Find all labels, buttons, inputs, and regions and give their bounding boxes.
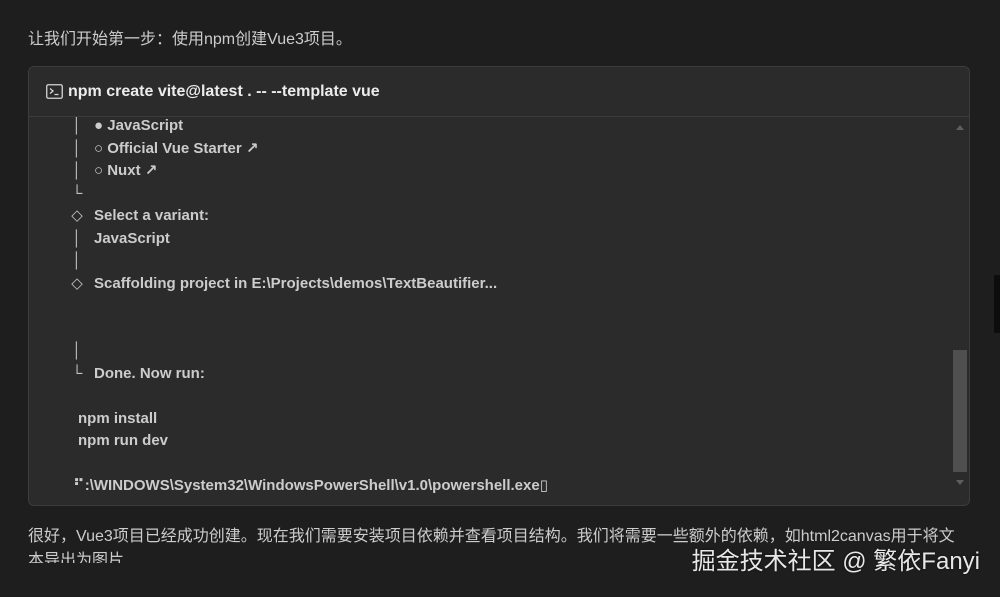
line-gutter: │ xyxy=(72,229,82,247)
page-scrollbar-thumb[interactable] xyxy=(994,275,1000,333)
terminal-line: │ xyxy=(29,340,945,363)
terminal-card: npm create vite@latest . -- --template v… xyxy=(28,66,970,506)
terminal-output[interactable]: │ ● JavaScript │ ○ Official Vue Starter … xyxy=(29,115,945,505)
scroll-down-arrow[interactable] xyxy=(956,480,964,485)
line-text: npm install xyxy=(78,409,158,427)
terminal-line: └ Done. Now run: xyxy=(29,363,945,386)
line-gutter: ◇ xyxy=(71,274,83,292)
terminal-line: npm run dev xyxy=(29,430,945,453)
terminal-icon xyxy=(46,84,63,99)
line-gutter: │ xyxy=(72,117,82,134)
terminal-line: npm install xyxy=(29,408,945,431)
terminal-line: │ ● JavaScript xyxy=(29,115,945,138)
terminal-line: │ JavaScript xyxy=(29,228,945,251)
line-gutter: └ xyxy=(71,184,83,202)
terminal-line: │ ○ Nuxt ↗ xyxy=(29,160,945,183)
terminal-line: └ xyxy=(29,183,945,206)
line-text: JavaScript xyxy=(94,229,170,247)
line-text: ⠋:\WINDOWS\System32\WindowsPowerShell\v1… xyxy=(73,477,548,494)
line-text: Done. Now run: xyxy=(94,364,205,382)
terminal-scrollbar[interactable] xyxy=(952,118,968,494)
terminal-line: ⠋:\WINDOWS\System32\WindowsPowerShell\v1… xyxy=(29,475,945,498)
terminal-line: │ xyxy=(29,250,945,273)
line-text: ○ Nuxt ↗ xyxy=(94,162,158,179)
intro-message: 让我们开始第一步：使用npm创建Vue3项目。 xyxy=(28,31,352,48)
terminal-line: ◇ Scaffolding project in E:\Projects\dem… xyxy=(29,273,945,296)
line-gutter: │ xyxy=(72,162,82,179)
line-gutter: ◇ xyxy=(71,207,83,224)
line-gutter: └ xyxy=(71,364,83,382)
line-text: Scaffolding project in E:\Projects\demos… xyxy=(94,274,498,292)
scrollbar-thumb[interactable] xyxy=(953,349,967,472)
line-gutter: │ xyxy=(72,252,82,269)
terminal-header[interactable]: npm create vite@latest . -- --template v… xyxy=(29,67,969,117)
terminal-command: npm create vite@latest . -- --template v… xyxy=(68,83,380,100)
line-gutter: │ xyxy=(72,139,82,157)
watermark: 掘金技术社区 @ 繁依Fanyi xyxy=(691,548,980,575)
line-text: ● JavaScript xyxy=(94,117,184,134)
line-text: npm run dev xyxy=(78,432,169,449)
line-gutter: │ xyxy=(72,342,82,359)
line-text: Select a variant: xyxy=(94,207,210,224)
terminal-line: │ ○ Official Vue Starter ↗ xyxy=(29,138,945,161)
terminal-line: ◇ Select a variant: xyxy=(29,205,945,228)
line-text: ○ Official Vue Starter ↗ xyxy=(94,139,259,157)
scroll-up-arrow[interactable] xyxy=(956,125,964,130)
